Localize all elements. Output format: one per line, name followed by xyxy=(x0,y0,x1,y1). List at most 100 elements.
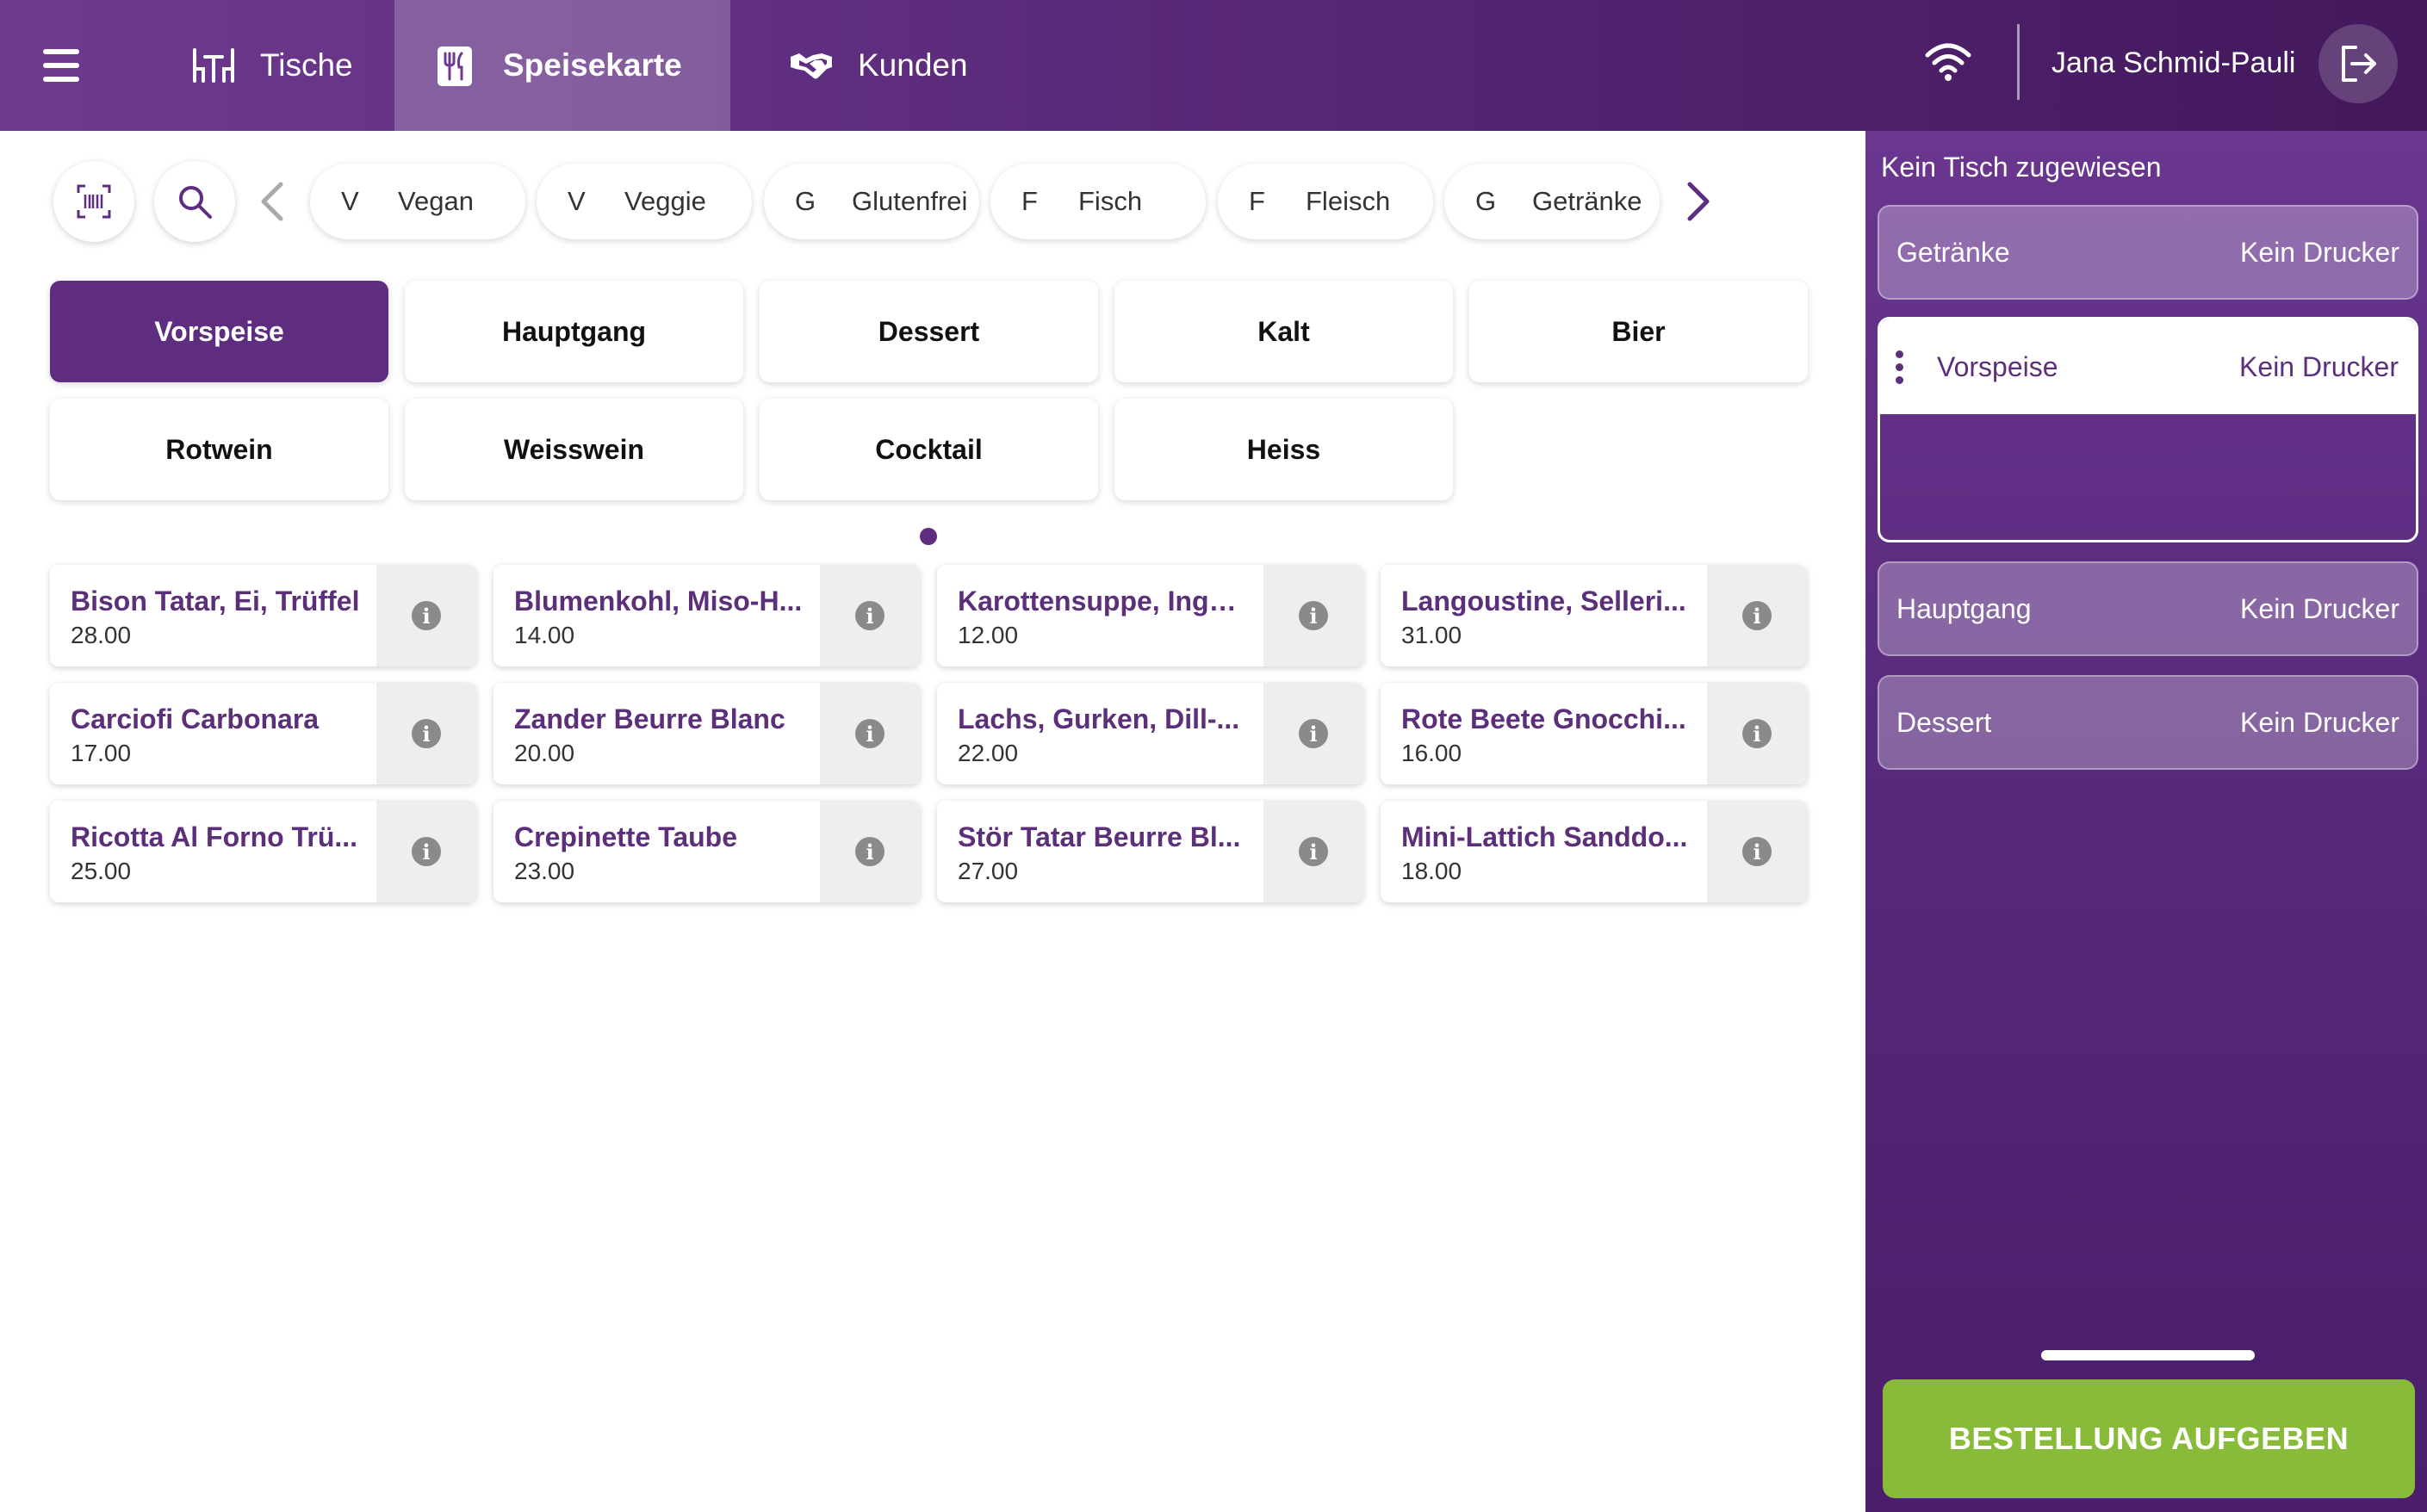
submit-order-button[interactable]: BESTELLUNG AUFGEBEN xyxy=(1883,1379,2415,1498)
product-info-button[interactable]: i xyxy=(376,683,476,784)
category-bier[interactable]: Bier xyxy=(1469,281,1808,382)
tab-tische-label: Tische xyxy=(260,47,353,83)
info-icon: i xyxy=(1299,601,1328,630)
product-name: Stör Tatar Beurre Bl... xyxy=(958,821,1241,852)
product-price: 27.00 xyxy=(958,858,1019,884)
info-icon: i xyxy=(412,837,441,866)
product-info-button[interactable]: i xyxy=(1263,683,1363,784)
product-card[interactable]: Crepinette Taube 23.00 i xyxy=(493,801,920,902)
tab-speisekarte[interactable]: Speisekarte xyxy=(394,0,730,131)
info-icon: i xyxy=(1299,837,1328,866)
info-icon: i xyxy=(855,601,885,630)
course-header: Vorspeise Kein Drucker xyxy=(1880,319,2416,414)
product-card[interactable]: Langoustine, Selleri... 31.00 i xyxy=(1381,565,1807,666)
search-button[interactable] xyxy=(154,161,235,242)
filter-chip-veggie[interactable]: V Veggie xyxy=(537,164,752,239)
product-info-button[interactable]: i xyxy=(820,565,920,666)
product-info-button[interactable]: i xyxy=(820,683,920,784)
product-price: 20.00 xyxy=(514,740,575,766)
course-printer: Kein Drucker xyxy=(2240,706,2399,738)
barcode-scan-icon xyxy=(77,184,111,219)
info-icon: i xyxy=(855,837,885,866)
product-name: Zander Beurre Blanc xyxy=(514,703,785,734)
product-card[interactable]: Ricotta Al Forno Trü... 25.00 i xyxy=(50,801,476,902)
product-card[interactable]: Blumenkohl, Miso-H... 14.00 i xyxy=(493,565,920,666)
category-cocktail[interactable]: Cocktail xyxy=(760,399,1098,500)
filter-scroll-right[interactable] xyxy=(1679,176,1717,227)
product-name: Bison Tatar, Ei, Trüffel xyxy=(71,586,360,617)
product-price: 17.00 xyxy=(71,740,132,766)
filter-letter: F xyxy=(1021,186,1038,216)
filter-label: Getränke xyxy=(1532,186,1642,216)
product-name: Carciofi Carbonara xyxy=(71,703,320,734)
tab-kunden-label: Kunden xyxy=(858,47,968,83)
more-options-icon[interactable] xyxy=(1896,350,1908,384)
category-heiss[interactable]: Heiss xyxy=(1114,399,1453,500)
product-info-button[interactable]: i xyxy=(1263,801,1363,902)
product-name: Rote Beete Gnocchi... xyxy=(1401,703,1686,734)
product-card[interactable]: Zander Beurre Blanc 20.00 i xyxy=(493,683,920,784)
info-icon: i xyxy=(855,719,885,748)
product-price: 14.00 xyxy=(514,622,575,648)
product-info-button[interactable]: i xyxy=(1707,683,1807,784)
logout-button[interactable] xyxy=(2318,24,2398,103)
product-price: 16.00 xyxy=(1401,740,1462,766)
filter-chip-glutenfrei[interactable]: G Glutenfrei xyxy=(764,164,979,239)
course-name: Getränke xyxy=(1896,236,2010,268)
product-price: 22.00 xyxy=(958,740,1019,766)
product-card[interactable]: Mini-Lattich Sanddo... 18.00 i xyxy=(1381,801,1807,902)
barcode-scan-button[interactable] xyxy=(53,161,134,242)
product-info-button[interactable]: i xyxy=(820,801,920,902)
product-info-button[interactable]: i xyxy=(376,565,476,666)
chevron-left-icon xyxy=(261,182,283,221)
product-name: Blumenkohl, Miso-H... xyxy=(514,586,803,617)
product-info-button[interactable]: i xyxy=(1707,801,1807,902)
product-info-button[interactable]: i xyxy=(1263,565,1363,666)
product-price: 18.00 xyxy=(1401,858,1462,884)
filter-scroll-left[interactable] xyxy=(253,176,291,227)
filter-label: Veggie xyxy=(624,186,706,216)
product-card[interactable]: Rote Beete Gnocchi... 16.00 i xyxy=(1381,683,1807,784)
product-name: Ricotta Al Forno Trü... xyxy=(71,821,358,852)
course-row-getraenke[interactable]: Getränke Kein Drucker xyxy=(1878,205,2418,300)
hamburger-menu-icon[interactable] xyxy=(43,40,95,91)
course-name: Hauptgang xyxy=(1896,592,2032,624)
product-card[interactable]: Bison Tatar, Ei, Trüffel 28.00 i xyxy=(50,565,476,666)
filter-chip-fleisch[interactable]: F Fleisch xyxy=(1218,164,1433,239)
category-kalt[interactable]: Kalt xyxy=(1114,281,1453,382)
info-icon: i xyxy=(412,601,441,630)
tab-tische[interactable]: Tische xyxy=(152,0,391,131)
filter-label: Fleisch xyxy=(1306,186,1391,216)
top-bar: Tische Speisekarte Kunden Jana Schmid-Pa… xyxy=(0,0,2427,131)
table-status: Kein Tisch zugewiesen xyxy=(1881,152,2162,183)
filter-chip-vegan[interactable]: V Vegan xyxy=(310,164,525,239)
product-card[interactable]: Stör Tatar Beurre Bl... 27.00 i xyxy=(937,801,1363,902)
category-rotwein[interactable]: Rotwein xyxy=(50,399,388,500)
category-dessert[interactable]: Dessert xyxy=(760,281,1098,382)
handshake-icon xyxy=(791,53,832,79)
product-info-button[interactable]: i xyxy=(376,801,476,902)
category-weisswein[interactable]: Weisswein xyxy=(405,399,743,500)
drag-handle[interactable] xyxy=(2041,1350,2255,1360)
filter-chip-getraenke[interactable]: G Getränke xyxy=(1444,164,1660,239)
category-vorspeise[interactable]: Vorspeise xyxy=(50,281,388,382)
product-card[interactable]: Karottensuppe, Ingw... 12.00 i xyxy=(937,565,1363,666)
course-row-hauptgang[interactable]: Hauptgang Kein Drucker xyxy=(1878,561,2418,656)
course-printer: Kein Drucker xyxy=(2240,592,2399,624)
course-printer: Kein Drucker xyxy=(2240,236,2399,268)
wifi-icon xyxy=(1925,43,1971,81)
course-active-vorspeise[interactable]: Vorspeise Kein Drucker xyxy=(1878,317,2418,542)
category-hauptgang[interactable]: Hauptgang xyxy=(405,281,743,382)
product-price: 12.00 xyxy=(958,622,1019,648)
filter-chip-fisch[interactable]: F Fisch xyxy=(990,164,1206,239)
course-printer: Kein Drucker xyxy=(2239,350,2399,382)
product-card[interactable]: Lachs, Gurken, Dill-... 22.00 i xyxy=(937,683,1363,784)
tab-kunden[interactable]: Kunden xyxy=(749,0,1006,131)
logout-icon xyxy=(2342,46,2376,82)
product-price: 31.00 xyxy=(1401,622,1462,648)
filter-letter: V xyxy=(341,186,359,216)
user-name: Jana Schmid-Pauli xyxy=(2051,46,2296,79)
product-info-button[interactable]: i xyxy=(1707,565,1807,666)
course-row-dessert[interactable]: Dessert Kein Drucker xyxy=(1878,675,2418,770)
product-card[interactable]: Carciofi Carbonara 17.00 i xyxy=(50,683,476,784)
